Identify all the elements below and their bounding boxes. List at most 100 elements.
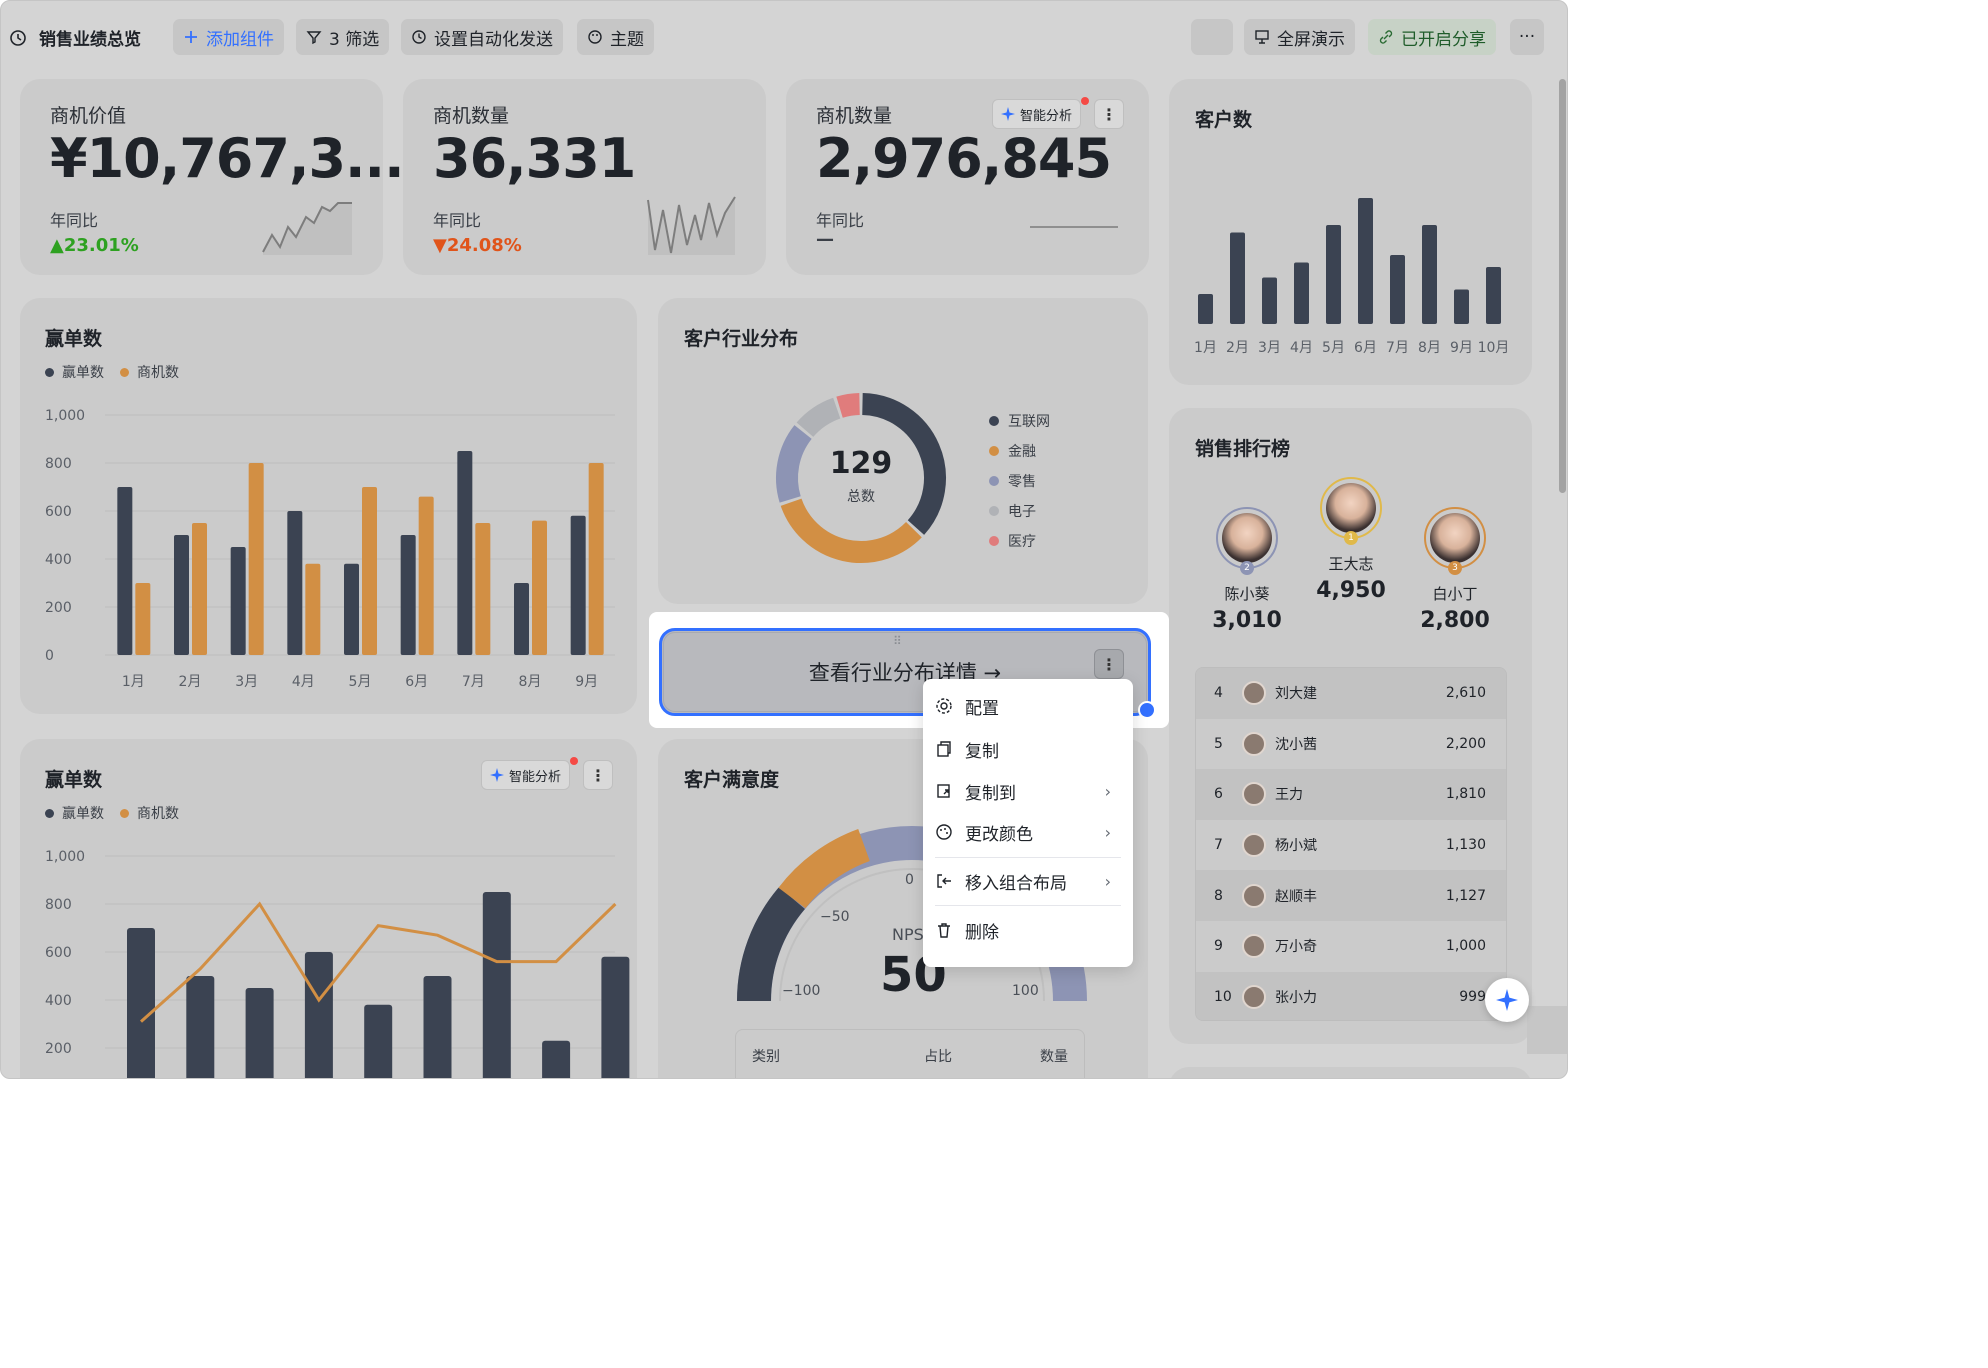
menu-item-delete[interactable]: 删除 bbox=[935, 911, 1121, 949]
drag-handle-icon[interactable]: ⠿ bbox=[893, 634, 903, 648]
chart-bar bbox=[1326, 225, 1341, 324]
fullscreen-button[interactable]: 全屏演示 bbox=[1244, 19, 1355, 55]
rank-value: 4,950 bbox=[1316, 578, 1386, 603]
rank-value: 2,610 bbox=[1445, 685, 1486, 702]
add-widget-button[interactable]: 添加组件 bbox=[173, 19, 284, 55]
list-item[interactable]: 7 杨小斌 1,130 bbox=[1196, 820, 1506, 871]
gauge-tick: −50 bbox=[820, 909, 850, 925]
auto-send-button[interactable]: 设置自动化发送 bbox=[401, 19, 563, 55]
list-item[interactable]: 9 万小奇 1,000 bbox=[1196, 921, 1506, 972]
sparkle-icon bbox=[1496, 989, 1518, 1011]
chart-bar bbox=[248, 463, 264, 655]
ai-assistant-button[interactable] bbox=[1485, 978, 1529, 1022]
rank-name: 王大志 bbox=[1328, 555, 1374, 573]
card-more-button[interactable]: ⋮ bbox=[1094, 99, 1124, 129]
list-item[interactable]: 8 赵顺丰 1,127 bbox=[1196, 870, 1506, 921]
filter-button[interactable]: 3 筛选 bbox=[296, 19, 390, 55]
chart-bar bbox=[186, 976, 215, 1078]
chart-bar bbox=[1230, 232, 1245, 324]
x-tick-label: 2月 bbox=[1226, 340, 1249, 356]
legend-dot bbox=[989, 446, 999, 456]
clock-icon bbox=[412, 30, 426, 44]
x-tick-label: 6月 bbox=[405, 674, 428, 690]
dashboard-app: 销售业绩总览 添加组件 3 筛选 设置自动化发送 主题 全屏演示 已开启分享 ·… bbox=[0, 0, 1568, 1079]
chart-bar bbox=[287, 511, 303, 655]
legend-dot bbox=[989, 476, 999, 486]
sparkle-icon bbox=[490, 768, 504, 782]
card-title: 销售排行榜 bbox=[1195, 438, 1291, 460]
list-item[interactable]: 10 张小力 999 bbox=[1196, 971, 1506, 1020]
menu-item-change-color[interactable]: 更改颜色 › bbox=[935, 813, 1121, 851]
share-button[interactable]: 已开启分享 bbox=[1368, 19, 1496, 55]
theme-button[interactable]: 主题 bbox=[577, 19, 654, 55]
chevron-right-icon: › bbox=[1104, 871, 1111, 891]
chart-bar bbox=[1486, 267, 1501, 324]
legend-item: 商机数 bbox=[120, 362, 179, 382]
more-options-button[interactable]: ··· bbox=[1510, 19, 1544, 55]
copy-to-icon bbox=[937, 784, 950, 798]
ai-analysis-button[interactable]: 智能分析 bbox=[992, 99, 1082, 129]
move-in-icon bbox=[937, 874, 951, 888]
avatar: 2 bbox=[1216, 507, 1278, 575]
menu-item-copy[interactable]: 复制 bbox=[935, 730, 1121, 768]
customers-card[interactable]: 客户数 1月 2月 3月 4月 5月 6月 7月 8月 9月 10月 bbox=[1169, 79, 1532, 385]
ai-analysis-label: 智能分析 bbox=[1020, 108, 1073, 124]
avatar bbox=[1242, 833, 1266, 858]
legend-dot bbox=[989, 416, 999, 426]
y-tick-label: 600 bbox=[45, 504, 72, 520]
avatar bbox=[1242, 782, 1266, 807]
resize-handle[interactable] bbox=[1138, 701, 1156, 719]
fullscreen-label: 全屏演示 bbox=[1277, 29, 1345, 50]
donut-slice bbox=[780, 498, 922, 563]
list-item[interactable]: 5 沈小茜 2,200 bbox=[1196, 719, 1506, 770]
menu-item-config[interactable]: 配置 bbox=[935, 687, 1121, 725]
rank-name: 沈小茜 bbox=[1275, 736, 1317, 753]
menu-item-copy-to[interactable]: 复制到 › bbox=[935, 772, 1121, 810]
rank-value: 1,130 bbox=[1445, 837, 1486, 854]
notification-dot bbox=[1081, 97, 1089, 105]
chart-bar bbox=[1294, 262, 1309, 324]
rank-name: 陈小葵 bbox=[1224, 585, 1270, 603]
rank-third[interactable]: 3 白小丁 2,800 bbox=[1410, 507, 1500, 633]
rank-second[interactable]: 2 陈小葵 3,010 bbox=[1202, 507, 1292, 633]
chart-bar bbox=[135, 583, 151, 655]
list-item[interactable]: 6 王力 1,810 bbox=[1196, 769, 1506, 820]
legend-label: 商机数 bbox=[137, 365, 179, 381]
palette-icon bbox=[588, 30, 602, 44]
kpi-sub-label: 年同比 bbox=[433, 211, 482, 230]
history-icon[interactable] bbox=[9, 29, 27, 47]
sparkle-icon bbox=[1001, 107, 1015, 121]
kpi-card-opportunity-count-2[interactable]: 商机数量 2,976,845 年同比 — 智能分析 ⋮ bbox=[786, 79, 1149, 275]
rank-badge: 2 bbox=[1240, 561, 1254, 575]
industry-card[interactable]: 客户行业分布 129 总数 bbox=[658, 298, 1148, 604]
y-tick-label: 400 bbox=[45, 552, 72, 568]
avatar bbox=[1242, 731, 1266, 756]
user-avatar-placeholder[interactable] bbox=[1191, 19, 1233, 55]
legend-item: 医疗 bbox=[989, 526, 1050, 556]
card-more-button[interactable]: ⋮ bbox=[583, 760, 613, 790]
y-tick-label: 800 bbox=[45, 456, 72, 472]
chart-bar bbox=[1454, 289, 1469, 324]
chart-bar bbox=[1262, 277, 1277, 324]
rank-name: 王力 bbox=[1275, 787, 1303, 804]
avatar bbox=[1242, 681, 1266, 706]
kpi-card-opportunity-value[interactable]: 商机价值 ¥10,767,3... 年同比 ▲23.01% bbox=[20, 79, 405, 275]
wins-combo-chart-card[interactable]: 赢单数 智能分析 ⋮ 赢单数 商机数 1,000 800 600 400 200 bbox=[20, 739, 637, 1078]
legend-dot bbox=[120, 808, 129, 818]
kpi-change: ▲23.01% bbox=[50, 235, 139, 256]
kpi-card-opportunity-count[interactable]: 商机数量 36,331 年同比 ▼24.08% bbox=[403, 79, 766, 275]
wins-chart-card[interactable]: 赢单数 赢单数 商机数 1,000 800 600 400 200 0 1月 2月 3月 4月 5月… bbox=[20, 298, 637, 714]
chart-legend: 赢单数 商机数 bbox=[45, 803, 195, 823]
menu-divider bbox=[935, 905, 1121, 906]
ai-analysis-button[interactable]: 智能分析 bbox=[481, 760, 571, 790]
chart-bar bbox=[1422, 225, 1437, 324]
rank-first[interactable]: 1 王大志 4,950 bbox=[1306, 477, 1396, 603]
menu-item-move-to-group[interactable]: 移入组合布局 › bbox=[935, 862, 1121, 900]
chart-bar bbox=[418, 496, 434, 655]
scrollbar[interactable] bbox=[1559, 79, 1566, 493]
list-item[interactable]: 4 刘大建 2,610 bbox=[1196, 668, 1506, 719]
widget-more-button[interactable]: ⋮ bbox=[1094, 649, 1124, 679]
customers-bar-chart: 1月 2月 3月 4月 5月 6月 7月 8月 9月 10月 bbox=[1194, 198, 1509, 356]
chart-bar bbox=[588, 463, 604, 655]
x-tick-label: 7月 bbox=[462, 674, 485, 690]
